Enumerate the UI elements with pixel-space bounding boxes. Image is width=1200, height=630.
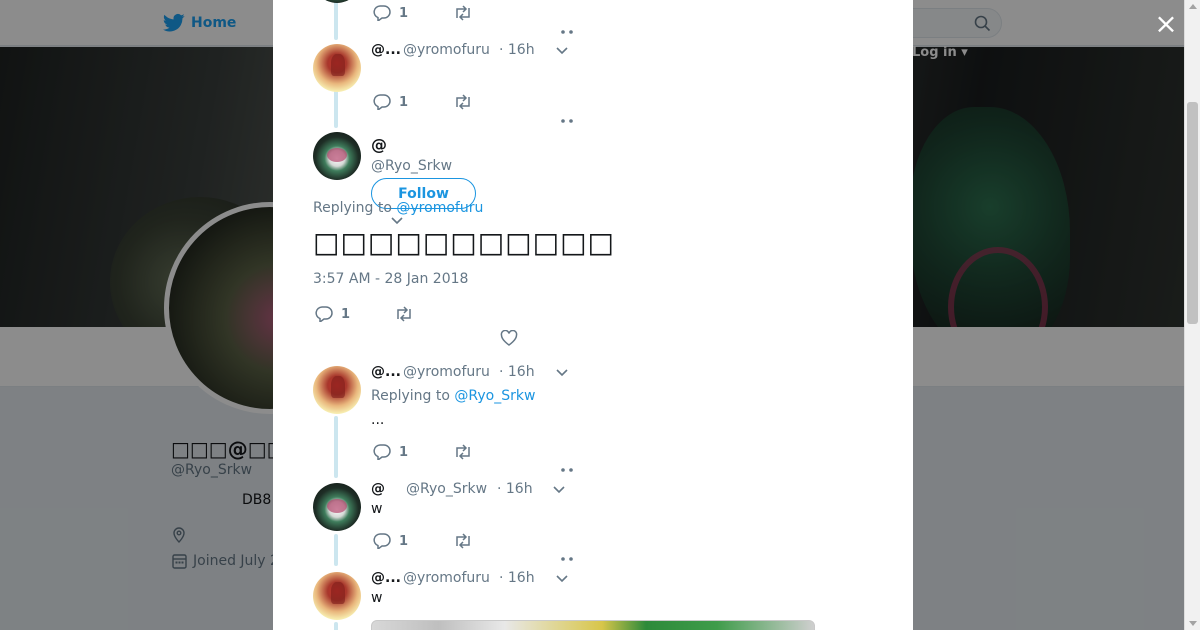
chevron-down-icon[interactable] (555, 46, 569, 56)
reply-button[interactable]: 1 (373, 94, 408, 110)
scroll-down-arrow-icon[interactable] (1189, 621, 1197, 626)
retweet-icon[interactable] (453, 533, 473, 549)
tweet-text: w (371, 590, 383, 606)
tweet-author-name[interactable]: @... (371, 364, 401, 380)
more-icon[interactable] (560, 28, 574, 34)
retweet-icon[interactable] (453, 444, 473, 460)
tweet-author-handle[interactable]: @yromofuru (403, 570, 490, 586)
tweet-text: w (371, 501, 383, 517)
replying-to-label: Replying to (313, 200, 392, 216)
tweet-author-name[interactable]: @ (371, 481, 385, 497)
thread-line (334, 534, 338, 566)
chevron-down-icon[interactable] (552, 485, 566, 495)
tweet-author-name[interactable]: @ (371, 135, 387, 154)
tweet-media-image[interactable] (371, 620, 815, 630)
replying-to: Replying to @Ryo_Srkw (371, 388, 535, 404)
tweet-text: ... (371, 412, 385, 428)
tweet-author-handle[interactable]: @Ryo_Srkw (371, 158, 452, 174)
scroll-up-arrow-icon[interactable] (1189, 4, 1197, 9)
avatar[interactable] (313, 44, 361, 92)
tweet-timestamp[interactable]: 3:57 AM - 28 Jan 2018 (313, 271, 468, 287)
tweet-author-handle[interactable]: @yromofuru (403, 364, 490, 380)
reply-icon (315, 306, 333, 322)
chevron-down-icon[interactable] (555, 574, 569, 584)
tweet-time[interactable]: · 16h (499, 364, 535, 380)
tweet-author-name[interactable]: @... (371, 42, 401, 58)
reply-count: 1 (399, 5, 409, 21)
reply-button[interactable]: 1 (373, 533, 408, 549)
chevron-down-icon[interactable] (555, 368, 569, 378)
tweet-text: □□□□□□□□□□□ (313, 226, 616, 259)
retweet-icon[interactable] (453, 94, 473, 110)
replying-to: Replying to @yromofuru (313, 200, 483, 216)
retweet-icon[interactable] (453, 5, 473, 21)
avatar[interactable] (313, 483, 361, 531)
tweet-thread-modal: 1 @... @yromofuru · 16h 1 @ @Ryo_Srkw Fo… (273, 0, 913, 630)
avatar[interactable] (313, 132, 361, 180)
more-icon[interactable] (560, 466, 574, 472)
reply-count: 1 (341, 306, 351, 322)
tweet-time[interactable]: · 16h (499, 570, 535, 586)
thread-line (334, 622, 338, 630)
reply-icon (373, 533, 391, 549)
scrollbar-thumb[interactable] (1187, 102, 1198, 324)
reply-count: 1 (399, 94, 409, 110)
tweet-author-name[interactable]: @... (371, 570, 401, 586)
tweet-author-handle[interactable]: @yromofuru (403, 42, 490, 58)
replying-to-label: Replying to (371, 388, 450, 404)
reply-button[interactable]: 1 (373, 5, 408, 21)
tweet-author-handle[interactable]: @Ryo_Srkw (406, 481, 487, 497)
thread-line (334, 90, 338, 128)
reply-icon (373, 94, 391, 110)
like-icon[interactable] (500, 330, 518, 346)
reply-button[interactable]: 1 (315, 306, 350, 322)
avatar[interactable] (313, 366, 361, 414)
page-scrollbar[interactable] (1184, 0, 1200, 630)
reply-count: 1 (399, 444, 409, 460)
thread-line (334, 0, 338, 40)
tweet-time[interactable]: · 16h (497, 481, 533, 497)
replying-to-handle[interactable]: @Ryo_Srkw (454, 388, 535, 404)
reply-icon (373, 5, 391, 21)
reply-count: 1 (399, 533, 409, 549)
reply-icon (373, 444, 391, 460)
thread-line (334, 416, 338, 478)
avatar[interactable] (313, 572, 361, 620)
replying-to-handle[interactable]: @yromofuru (396, 200, 483, 216)
close-modal-button[interactable]: × (1152, 10, 1180, 38)
reply-button[interactable]: 1 (373, 444, 408, 460)
more-icon[interactable] (560, 117, 574, 123)
retweet-icon[interactable] (394, 306, 414, 322)
tweet-time[interactable]: · 16h (499, 42, 535, 58)
more-icon[interactable] (560, 555, 574, 561)
chevron-down-icon[interactable] (390, 216, 404, 226)
avatar[interactable] (313, 0, 361, 3)
